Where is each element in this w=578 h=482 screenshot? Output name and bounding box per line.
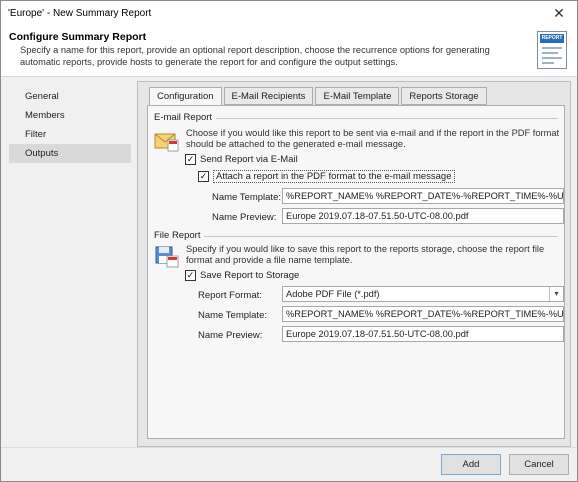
page-description: Specify a name for this report, provide … — [20, 45, 490, 67]
send-email-label: Send Report via E-Mail — [200, 154, 298, 165]
save-storage-checkbox-row[interactable]: ✓ Save Report to Storage — [185, 270, 299, 281]
email-name-template-input[interactable]: %REPORT_NAME% %REPORT_DATE%-%REPORT_TIME… — [282, 188, 564, 204]
report-icon-line — [542, 57, 562, 59]
window-title: 'Europe' - New Summary Report — [8, 7, 152, 19]
file-name-template-input[interactable]: %REPORT_NAME% %REPORT_DATE%-%REPORT_TIME… — [282, 306, 564, 322]
tab-email-recipients[interactable]: E-Mail Recipients — [223, 87, 314, 105]
sidebar-item-general[interactable]: General — [9, 87, 131, 106]
send-email-checkbox-row[interactable]: ✓ Send Report via E-Mail — [185, 154, 298, 165]
storage-icon — [155, 246, 179, 268]
email-hint: Choose if you would like this report to … — [186, 128, 560, 149]
dialog-footer: Add Cancel — [1, 447, 577, 481]
close-icon[interactable]: ✕ — [551, 5, 567, 21]
tab-reports-storage[interactable]: Reports Storage — [401, 87, 487, 105]
attach-pdf-label: Attach a report in the PDF format to the… — [213, 170, 455, 183]
section-divider — [204, 236, 558, 237]
add-button[interactable]: Add — [441, 454, 501, 475]
sidebar-item-members[interactable]: Members — [9, 106, 131, 125]
tab-configuration[interactable]: Configuration — [149, 87, 222, 106]
dialog-window: 'Europe' - New Summary Report ✕ Configur… — [0, 0, 578, 482]
email-name-preview-input[interactable]: Europe 2019.07.18-07.51.50-UTC-08.00.pdf — [282, 208, 564, 224]
file-hint: Specify if you would like to save this r… — [186, 244, 545, 265]
attach-pdf-checkbox[interactable]: ✓ — [198, 171, 209, 182]
report-format-select[interactable]: Adobe PDF File (*.pdf) ▾ — [282, 286, 564, 302]
save-storage-checkbox[interactable]: ✓ — [185, 270, 196, 281]
report-icon: REPORT — [537, 31, 567, 69]
file-section-label: File Report — [154, 230, 201, 241]
email-section-label: E-mail Report — [154, 112, 213, 123]
file-name-template-label: Name Template: — [198, 310, 267, 321]
sidebar-nav: General Members Filter Outputs — [9, 87, 131, 447]
attach-pdf-checkbox-row[interactable]: ✓ Attach a report in the PDF format to t… — [198, 170, 455, 183]
file-name-preview-label: Name Preview: — [198, 330, 263, 341]
title-bar: 'Europe' - New Summary Report ✕ — [1, 1, 577, 25]
sidebar-item-outputs[interactable]: Outputs — [9, 144, 131, 163]
chevron-down-icon[interactable]: ▾ — [549, 287, 563, 301]
section-divider — [216, 118, 558, 119]
send-email-checkbox[interactable]: ✓ — [185, 154, 196, 165]
report-icon-line — [542, 52, 558, 54]
cancel-button[interactable]: Cancel — [509, 454, 569, 475]
report-icon-line — [542, 62, 554, 64]
report-format-label: Report Format: — [198, 290, 262, 301]
file-name-preview-input[interactable]: Europe 2019.07.18-07.51.50-UTC-08.00.pdf — [282, 326, 564, 342]
page-title: Configure Summary Report — [9, 31, 147, 43]
save-storage-label: Save Report to Storage — [200, 270, 300, 281]
report-format-value: Adobe PDF File (*.pdf) — [286, 289, 380, 299]
tab-strip: Configuration E-Mail Recipients E-Mail T… — [149, 87, 489, 106]
email-name-template-label: Name Template: — [212, 192, 281, 203]
report-icon-label: REPORT — [540, 34, 564, 43]
tab-email-template[interactable]: E-Mail Template — [315, 87, 400, 105]
report-icon-line — [542, 47, 562, 49]
configuration-page: E-mail Report Choose if you would like t… — [147, 105, 565, 439]
email-name-preview-label: Name Preview: — [212, 212, 277, 223]
email-envelope-icon — [154, 133, 179, 152]
sidebar-item-filter[interactable]: Filter — [9, 125, 131, 144]
dialog-header: Configure Summary Report Specify a name … — [1, 25, 577, 77]
